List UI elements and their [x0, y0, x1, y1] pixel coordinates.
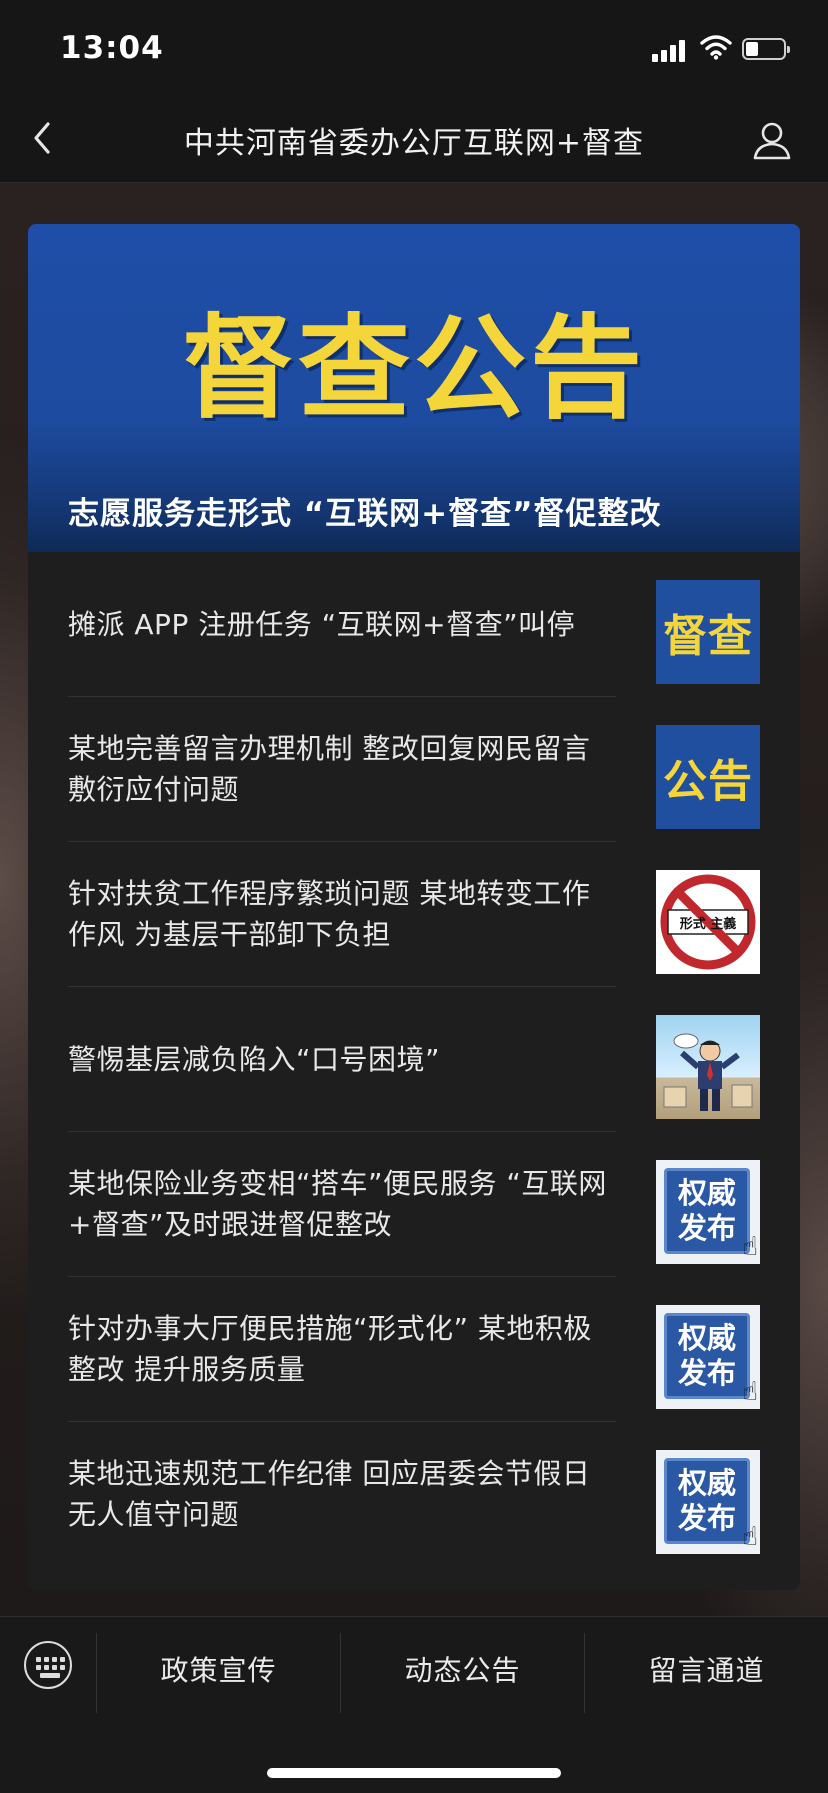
article-thumbnail: 权威发布 ☝	[656, 1450, 760, 1554]
page-title: 中共河南省委办公厅互联网+督查	[183, 126, 645, 161]
article-title: 针对办事大厅便民措施“形式化” 某地积极整改 提升服务质量	[68, 1312, 592, 1386]
article-thumbnail: 权威发布 ☝	[656, 1305, 760, 1409]
list-item[interactable]: 某地保险业务变相“搭车”便民服务 “互联网+督查”及时跟进督促整改 权威发布 ☝	[28, 1132, 800, 1277]
banner-headline: 督查公告	[182, 304, 646, 434]
list-item[interactable]: 某地迅速规范工作纪律 回应居委会节假日无人值守问题 权威发布 ☝	[28, 1422, 800, 1567]
pointer-hand-icon: ☝	[742, 1377, 758, 1407]
person-icon[interactable]	[750, 118, 794, 162]
article-title: 某地迅速规范工作纪律 回应居委会节假日无人值守问题	[68, 1457, 591, 1531]
no-formalism-icon: 形式 主義	[660, 874, 756, 970]
list-item[interactable]: 摊派 APP 注册任务 “互联网+督查”叫停 督查	[28, 552, 800, 697]
list-item[interactable]: 某地完善留言办理机制 整改回复网民留言敷衍应付问题 公告	[28, 697, 800, 842]
article-title: 某地完善留言办理机制 整改回复网民留言敷衍应付问题	[68, 732, 591, 806]
featured-banner[interactable]: 督查公告 志愿服务走形式 “互联网+督查”督促整改	[28, 224, 800, 552]
formalism-label: 形式 主義	[680, 916, 737, 932]
authority-release-label: 权威发布	[677, 1466, 736, 1535]
article-title: 警惕基层减负陷入“口号困境”	[68, 1042, 441, 1076]
cartoon-thumbnail	[656, 1015, 760, 1119]
authority-release-label: 权威发布	[677, 1321, 736, 1390]
bottom-tab-bar: 政策宣传 动态公告 留言通道	[0, 1616, 828, 1793]
article-title: 某地保险业务变相“搭车”便民服务 “互联网+督查”及时跟进督促整改	[68, 1167, 607, 1241]
home-indicator[interactable]	[267, 1768, 561, 1778]
list-item[interactable]: 针对扶贫工作程序繁琐问题 某地转变工作作风 为基层干部卸下负担 形式 主義	[28, 842, 800, 987]
tab-policy-promotion[interactable]: 政策宣传	[97, 1649, 340, 1689]
article-list: 摊派 APP 注册任务 “互联网+督查”叫停 督查 某地完善留言办理机制 整改回…	[28, 552, 800, 1567]
chevron-left-icon[interactable]	[22, 114, 62, 162]
article-thumbnail: 公告	[656, 725, 760, 829]
article-card: 督查公告 志愿服务走形式 “互联网+督查”督促整改 摊派 APP 注册任务 “互…	[28, 224, 800, 1590]
wifi-icon	[700, 35, 732, 60]
tab-news-announcements[interactable]: 动态公告	[341, 1649, 584, 1689]
list-item[interactable]: 警惕基层减负陷入“口号困境”	[28, 987, 800, 1132]
cellular-signal-icon	[652, 38, 688, 62]
authority-release-label: 权威发布	[677, 1176, 736, 1245]
pointer-hand-icon: ☝	[742, 1232, 758, 1262]
list-item[interactable]: 针对办事大厅便民措施“形式化” 某地积极整改 提升服务质量 权威发布 ☝	[28, 1277, 800, 1422]
article-title: 摊派 APP 注册任务 “互联网+督查”叫停	[68, 607, 576, 641]
banner-caption: 志愿服务走形式 “互联网+督查”督促整改	[68, 496, 662, 532]
pointer-hand-icon: ☝	[742, 1522, 758, 1552]
article-title: 针对扶贫工作程序繁琐问题 某地转变工作作风 为基层干部卸下负担	[68, 877, 591, 951]
article-thumbnail: 权威发布 ☝	[656, 1160, 760, 1264]
navigation-bar: 中共河南省委办公厅互联网+督查	[0, 96, 828, 183]
cartoon-figure-icon	[663, 1033, 753, 1111]
status-time: 13:04	[60, 30, 164, 66]
keyboard-icon[interactable]	[24, 1641, 72, 1689]
status-bar: 13:04	[0, 0, 828, 96]
tab-message-channel[interactable]: 留言通道	[585, 1649, 828, 1689]
article-thumbnail: 形式 主義	[656, 870, 760, 974]
battery-icon	[742, 38, 790, 60]
article-thumbnail: 督查	[656, 580, 760, 684]
